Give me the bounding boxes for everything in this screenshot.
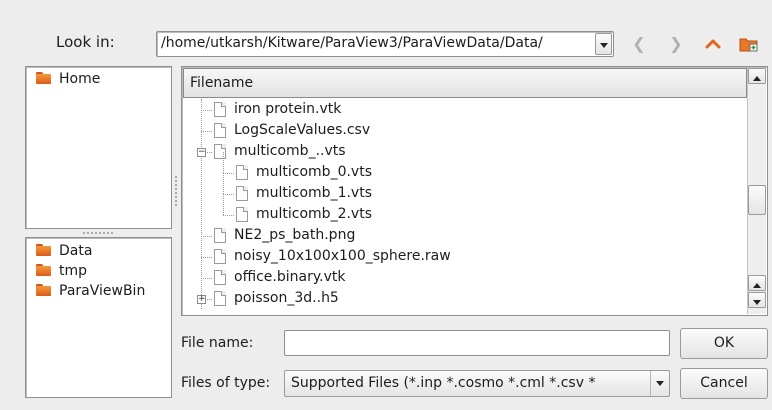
ok-button-label: OK bbox=[713, 335, 735, 351]
tree-connector bbox=[223, 172, 234, 174]
file-row[interactable]: NE2_ps_bath.png bbox=[182, 225, 742, 246]
scroll-up-arrow-icon bbox=[753, 76, 761, 81]
scroll-down-arrow-icon bbox=[753, 300, 761, 305]
file-row[interactable]: multicomb_2.vts bbox=[182, 193, 742, 225]
folder-icon bbox=[36, 72, 51, 84]
file-row[interactable]: LogScaleValues.csv bbox=[182, 120, 742, 141]
places-panel-bottom[interactable]: Data tmp ParaViewBin bbox=[25, 237, 172, 398]
file-row[interactable]: office.binary.vtk bbox=[182, 267, 742, 288]
ok-button[interactable]: OK bbox=[680, 328, 768, 359]
file-tree: iron protein.vtk LogScaleValues.csv − multi… bbox=[182, 99, 747, 315]
expand-branch-icon[interactable]: + bbox=[197, 294, 206, 304]
places-splitter[interactable] bbox=[25, 229, 172, 237]
place-item-tmp[interactable]: tmp bbox=[26, 261, 171, 281]
file-icon bbox=[236, 207, 248, 222]
file-icon bbox=[214, 102, 226, 117]
filename-column-header: Filename bbox=[190, 75, 254, 91]
chevron-left-icon: ❮ bbox=[632, 34, 646, 53]
up-arrow-icon bbox=[705, 39, 721, 49]
file-icon bbox=[214, 291, 226, 306]
scroll-up-button[interactable] bbox=[748, 68, 766, 84]
file-name-text: multicomb_0.vts bbox=[256, 164, 372, 180]
place-item-home[interactable]: Home bbox=[26, 69, 171, 89]
cancel-button[interactable]: Cancel bbox=[680, 368, 768, 399]
file-icon bbox=[214, 270, 226, 285]
file-name-text: multicomb_..vts bbox=[234, 143, 346, 159]
path-combobox[interactable]: /home/utkarsh/Kitware/ParaView3/ParaView… bbox=[156, 31, 614, 57]
file-name-text: office.binary.vtk bbox=[234, 269, 346, 285]
file-row[interactable]: multicomb_0.vts bbox=[182, 151, 742, 183]
file-list-view[interactable]: Filename iron protein.vtk LogScaleValues.… bbox=[181, 66, 768, 316]
file-row[interactable]: noisy_10x100x100_sphere.raw bbox=[182, 246, 742, 267]
files-of-type-text: Supported Files (*.inp *.cosmo *.cml *.c… bbox=[291, 375, 596, 391]
place-item-label: tmp bbox=[59, 263, 88, 279]
file-list-header[interactable]: Filename bbox=[183, 68, 747, 98]
place-item-paraviewbin[interactable]: ParaViewBin bbox=[26, 281, 171, 301]
file-icon bbox=[236, 186, 248, 201]
splitter-grip-vertical bbox=[175, 176, 177, 206]
file-row[interactable]: − multicomb_..vts bbox=[182, 141, 742, 162]
file-list-scrollbar[interactable] bbox=[747, 68, 766, 314]
tree-connector bbox=[201, 256, 212, 258]
tree-connector bbox=[201, 277, 212, 279]
chevron-down-icon bbox=[599, 43, 608, 48]
place-item-label: ParaViewBin bbox=[59, 283, 146, 299]
tree-connector bbox=[201, 109, 212, 111]
forward-button[interactable]: ❯ bbox=[665, 33, 687, 55]
files-of-type-label: Files of type: bbox=[181, 375, 271, 391]
tree-connector bbox=[223, 214, 234, 216]
path-combobox-dropdown-button[interactable] bbox=[595, 33, 612, 55]
panel-splitter[interactable] bbox=[173, 66, 179, 316]
file-icon bbox=[214, 144, 226, 159]
tree-connector bbox=[223, 193, 234, 195]
file-name-text: NE2_ps_bath.png bbox=[234, 227, 356, 243]
folder-icon bbox=[36, 264, 51, 276]
folder-icon bbox=[36, 244, 51, 256]
file-name-label: File name: bbox=[181, 335, 254, 351]
scroll-down-button[interactable] bbox=[748, 292, 766, 308]
file-name-text: poisson_3d..h5 bbox=[234, 290, 339, 306]
file-icon bbox=[214, 249, 226, 264]
parent-directory-button[interactable] bbox=[702, 33, 724, 55]
splitter-grip bbox=[83, 232, 113, 234]
place-item-data[interactable]: Data bbox=[26, 241, 171, 261]
scroll-up-button-lower[interactable] bbox=[748, 275, 766, 291]
back-button[interactable]: ❮ bbox=[628, 33, 650, 55]
scroll-up-arrow-icon bbox=[753, 283, 761, 288]
collapse-branch-icon[interactable]: − bbox=[197, 147, 206, 157]
new-folder-icon bbox=[739, 38, 758, 52]
file-name-text: multicomb_2.vts bbox=[256, 206, 372, 222]
file-name-text: multicomb_1.vts bbox=[256, 185, 372, 201]
places-panel-top[interactable]: Home bbox=[25, 66, 172, 229]
file-row[interactable]: + poisson_3d..h5 bbox=[182, 288, 742, 309]
tree-guide-line bbox=[223, 193, 224, 215]
look-in-label: Look in: bbox=[56, 33, 115, 51]
chevron-right-icon: ❯ bbox=[669, 34, 683, 53]
path-combobox-text: /home/utkarsh/Kitware/ParaView3/ParaView… bbox=[161, 35, 543, 51]
file-name-text: noisy_10x100x100_sphere.raw bbox=[234, 248, 451, 264]
place-item-label: Home bbox=[59, 71, 101, 87]
file-row[interactable]: iron protein.vtk bbox=[182, 99, 742, 120]
tree-guide-line bbox=[223, 172, 224, 194]
file-name-text: iron protein.vtk bbox=[234, 101, 342, 117]
tree-connector bbox=[201, 235, 212, 237]
file-icon bbox=[214, 123, 226, 138]
files-of-type-dropdown-button[interactable] bbox=[650, 371, 669, 396]
file-name-text: LogScaleValues.csv bbox=[234, 122, 371, 138]
tree-guide-line bbox=[223, 151, 224, 173]
tree-connector bbox=[201, 130, 212, 132]
files-of-type-combobox[interactable]: Supported Files (*.inp *.cosmo *.cml *.c… bbox=[284, 370, 670, 397]
create-folder-button[interactable] bbox=[738, 33, 760, 55]
file-icon bbox=[236, 165, 248, 180]
file-icon bbox=[214, 228, 226, 243]
scrollbar-thumb[interactable] bbox=[748, 185, 766, 215]
folder-icon bbox=[36, 284, 51, 296]
place-item-label: Data bbox=[59, 243, 93, 259]
cancel-button-label: Cancel bbox=[700, 375, 748, 391]
chevron-down-icon bbox=[656, 381, 664, 386]
file-row[interactable]: multicomb_1.vts bbox=[182, 172, 742, 204]
file-name-input[interactable] bbox=[284, 330, 670, 356]
